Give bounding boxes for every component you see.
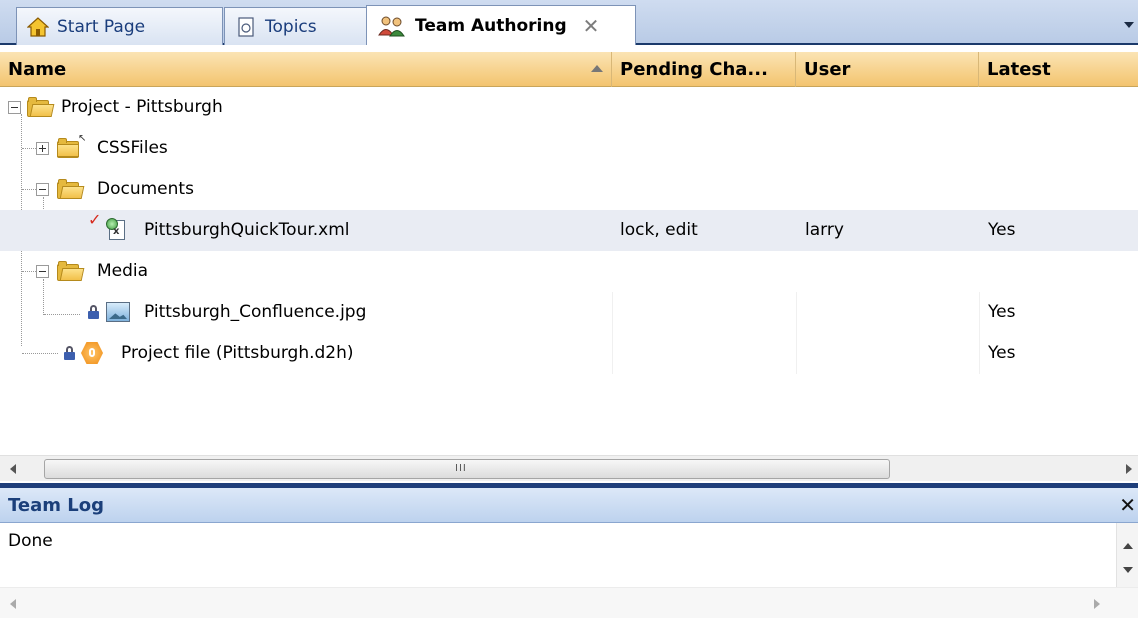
tree-item-label: CSSFiles [97, 138, 168, 158]
log-vertical-scrollbar[interactable] [1116, 523, 1138, 587]
tree-row-confluence-jpg[interactable]: Pittsburgh_Confluence.jpg Yes [0, 292, 1138, 333]
log-horizontal-scrollbar[interactable] [0, 587, 1138, 618]
team-log-output[interactable]: Done [0, 523, 1138, 587]
collapse-toggle-icon[interactable] [36, 265, 49, 278]
column-divider [796, 292, 797, 374]
team-log-text: Done [8, 531, 53, 551]
grid-column-header: Name Pending Cha... User Latest [0, 52, 1138, 87]
pending-changes-value: lock, edit [620, 220, 698, 240]
tab-team-authoring[interactable]: Team Authoring ✕ [366, 5, 636, 45]
column-header-latest[interactable]: Latest [979, 52, 1138, 87]
team-authoring-tree-grid: Project - Pittsburgh ↖ CSSFiles Document… [0, 87, 1138, 455]
xml-file-icon: x [106, 218, 126, 242]
tab-topics[interactable]: Topics [224, 7, 368, 45]
tree-row-project-file[interactable]: Project file (Pittsburgh.d2h) Yes [0, 333, 1138, 374]
scroll-left-arrow-icon[interactable] [10, 464, 16, 474]
project-file-icon [81, 342, 103, 364]
latest-value: Yes [988, 302, 1016, 322]
tree-item-label: PittsburghQuickTour.xml [144, 220, 350, 240]
tree-row-project-root[interactable]: Project - Pittsburgh [0, 87, 1138, 128]
team-log-title: Team Log [8, 495, 104, 516]
checked-out-checkmark-icon: ✓ [88, 210, 102, 229]
document-tab-strip: Start Page Topics Team Authoring ✕ [0, 0, 1138, 45]
column-header-name[interactable]: Name [0, 52, 612, 87]
tree-row-quicktour-xml[interactable]: ✓ x PittsburghQuickTour.xml lock, edit l… [0, 210, 1138, 251]
sort-ascending-icon [591, 65, 603, 72]
css-overlay-icon: ↖ [78, 133, 87, 144]
tree-row-media[interactable]: Media [0, 251, 1138, 292]
tab-start-page[interactable]: Start Page [16, 7, 223, 45]
tree-item-label: Project - Pittsburgh [61, 97, 223, 117]
scrollbar-thumb[interactable]: III [44, 459, 890, 479]
close-panel-icon[interactable]: ✕ [1119, 488, 1136, 523]
open-folder-icon [57, 261, 85, 281]
tree-item-label: Documents [97, 179, 194, 199]
scrollbar-grip: III [455, 463, 467, 474]
scroll-up-arrow-icon[interactable] [1123, 543, 1133, 549]
tab-list-dropdown-icon[interactable] [1124, 22, 1134, 28]
expand-toggle-icon[interactable] [36, 142, 49, 155]
column-divider [612, 292, 613, 374]
home-icon [26, 16, 50, 38]
tree-item-label: Project file (Pittsburgh.d2h) [121, 343, 354, 363]
open-folder-icon [57, 179, 85, 199]
lock-icon [64, 346, 75, 360]
scroll-right-arrow-icon[interactable] [1126, 464, 1132, 474]
latest-value: Yes [988, 220, 1016, 240]
tree-item-label: Pittsburgh_Confluence.jpg [144, 302, 367, 322]
column-header-pending-changes[interactable]: Pending Cha... [612, 52, 796, 87]
collapse-toggle-icon[interactable] [8, 101, 21, 114]
scroll-left-arrow-icon[interactable] [10, 599, 16, 609]
close-tab-icon[interactable]: ✕ [583, 14, 600, 38]
lock-icon [88, 305, 99, 319]
tab-topics-label: Topics [265, 16, 317, 37]
column-divider [979, 292, 980, 374]
tree-row-documents[interactable]: Documents [0, 169, 1138, 210]
column-header-user[interactable]: User [796, 52, 979, 87]
user-value: larry [805, 220, 844, 240]
topic-document-icon [235, 16, 257, 38]
tab-team-authoring-label: Team Authoring [415, 15, 567, 36]
scroll-right-arrow-icon[interactable] [1094, 599, 1100, 609]
open-folder-icon [27, 97, 55, 117]
scroll-down-arrow-icon[interactable] [1123, 567, 1133, 573]
tree-item-label: Media [97, 261, 149, 281]
tree-row-cssfiles[interactable]: ↖ CSSFiles [0, 128, 1138, 169]
image-file-icon [106, 302, 130, 322]
latest-value: Yes [988, 343, 1016, 363]
team-users-icon [377, 15, 407, 37]
tab-start-page-label: Start Page [57, 16, 146, 37]
collapse-toggle-icon[interactable] [36, 183, 49, 196]
grid-horizontal-scrollbar[interactable]: III [0, 455, 1138, 481]
team-log-header: Team Log ✕ [0, 488, 1138, 523]
